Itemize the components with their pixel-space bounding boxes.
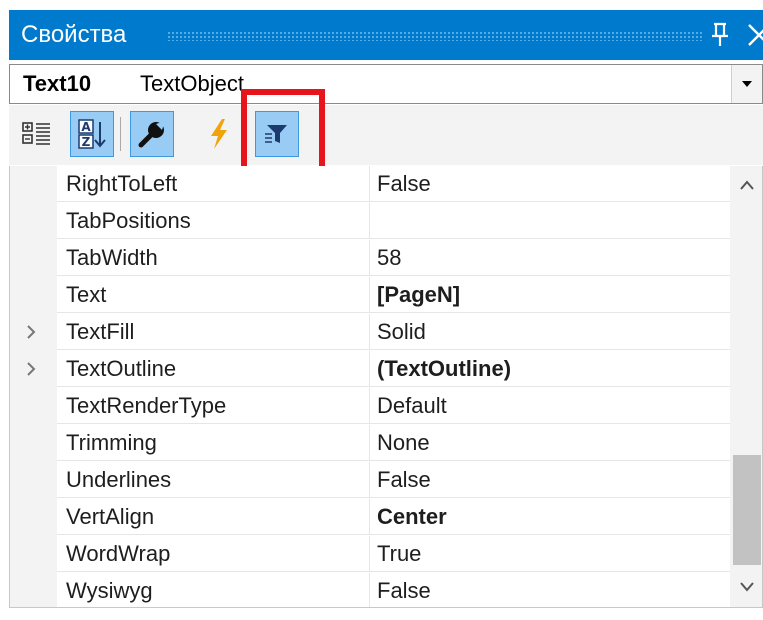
properties-wrench-icon bbox=[138, 122, 164, 148]
property-name: Trimming bbox=[57, 425, 370, 461]
svg-text:Z: Z bbox=[82, 135, 91, 149]
panel-titlebar: Свойства bbox=[9, 10, 763, 60]
dropdown-button[interactable] bbox=[731, 65, 762, 103]
property-value[interactable]: Default bbox=[370, 388, 730, 424]
property-value[interactable]: [PageN] bbox=[370, 277, 730, 313]
property-value[interactable]: False bbox=[370, 462, 730, 498]
chevron-right-icon[interactable] bbox=[24, 325, 38, 339]
property-row[interactable]: WordWrap True bbox=[10, 536, 730, 573]
property-value[interactable]: 58 bbox=[370, 240, 730, 276]
object-type: TextObject bbox=[140, 71, 244, 96]
toolbar-separator bbox=[120, 117, 121, 151]
property-row[interactable]: TextOutline (TextOutline) bbox=[10, 351, 730, 388]
property-name: TextRenderType bbox=[57, 388, 370, 424]
property-row[interactable]: TextRenderType Default bbox=[10, 388, 730, 425]
property-row[interactable]: Underlines False bbox=[10, 462, 730, 499]
events-lightning-icon bbox=[211, 119, 227, 149]
events-button[interactable] bbox=[197, 111, 241, 157]
categorized-button[interactable] bbox=[15, 111, 59, 157]
property-value[interactable]: False bbox=[370, 166, 730, 202]
property-name: Underlines bbox=[57, 462, 370, 498]
svg-text:A: A bbox=[81, 120, 91, 134]
property-value[interactable]: Solid bbox=[370, 314, 730, 350]
property-name: TabPositions bbox=[57, 203, 370, 239]
pin-icon[interactable] bbox=[709, 21, 731, 49]
property-value[interactable]: True bbox=[370, 536, 730, 572]
property-row[interactable]: TabWidth 58 bbox=[10, 240, 730, 277]
property-row[interactable]: Text [PageN] bbox=[10, 277, 730, 314]
titlebar-drag-grip[interactable] bbox=[167, 31, 702, 41]
vertical-scrollbar[interactable] bbox=[730, 166, 762, 607]
property-name: RightToLeft bbox=[57, 166, 370, 202]
property-row[interactable]: Trimming None bbox=[10, 425, 730, 462]
property-name: Text bbox=[57, 277, 370, 313]
toolbar-separator bbox=[245, 117, 246, 151]
property-name: VertAlign bbox=[57, 499, 370, 535]
property-name: Wysiwyg bbox=[57, 573, 370, 607]
close-icon[interactable] bbox=[746, 22, 763, 48]
chevron-up-icon bbox=[740, 180, 754, 190]
property-row[interactable]: Wysiwyg False bbox=[10, 573, 730, 607]
property-name: TextFill bbox=[57, 314, 370, 350]
chevron-down-icon bbox=[742, 81, 752, 87]
alphabetical-sort-icon: A Z bbox=[78, 119, 106, 149]
property-value[interactable]: Center bbox=[370, 499, 730, 535]
properties-button[interactable] bbox=[130, 111, 174, 157]
property-name: TextOutline bbox=[57, 351, 370, 387]
property-value[interactable] bbox=[370, 203, 730, 239]
filter-button[interactable] bbox=[255, 111, 299, 157]
filter-icon bbox=[265, 125, 287, 143]
property-row[interactable]: TabPositions bbox=[10, 203, 730, 240]
scroll-down-button[interactable] bbox=[730, 568, 762, 607]
object-name: Text10 bbox=[23, 71, 92, 96]
property-grid: RightToLeft False TabPositions TabWidth 58 Te… bbox=[9, 166, 763, 608]
property-name: TabWidth bbox=[57, 240, 370, 276]
property-name: WordWrap bbox=[57, 536, 370, 572]
object-selector-dropdown[interactable]: Text10 TextObject bbox=[9, 64, 763, 104]
chevron-right-icon[interactable] bbox=[24, 362, 38, 376]
property-row[interactable]: TextFill Solid bbox=[10, 314, 730, 351]
chevron-down-icon bbox=[740, 582, 754, 592]
alphabetical-sort-button[interactable]: A Z bbox=[70, 111, 114, 157]
property-toolbar: A Z bbox=[9, 105, 763, 165]
property-row[interactable]: RightToLeft False bbox=[10, 166, 730, 203]
panel-title: Свойства bbox=[21, 21, 127, 48]
scroll-thumb[interactable] bbox=[733, 455, 761, 565]
property-value[interactable]: None bbox=[370, 425, 730, 461]
property-row[interactable]: VertAlign Center bbox=[10, 499, 730, 536]
scroll-up-button[interactable] bbox=[730, 166, 762, 206]
categorized-icon bbox=[22, 122, 50, 145]
property-value[interactable]: False bbox=[370, 573, 730, 607]
property-value[interactable]: (TextOutline) bbox=[370, 351, 730, 387]
